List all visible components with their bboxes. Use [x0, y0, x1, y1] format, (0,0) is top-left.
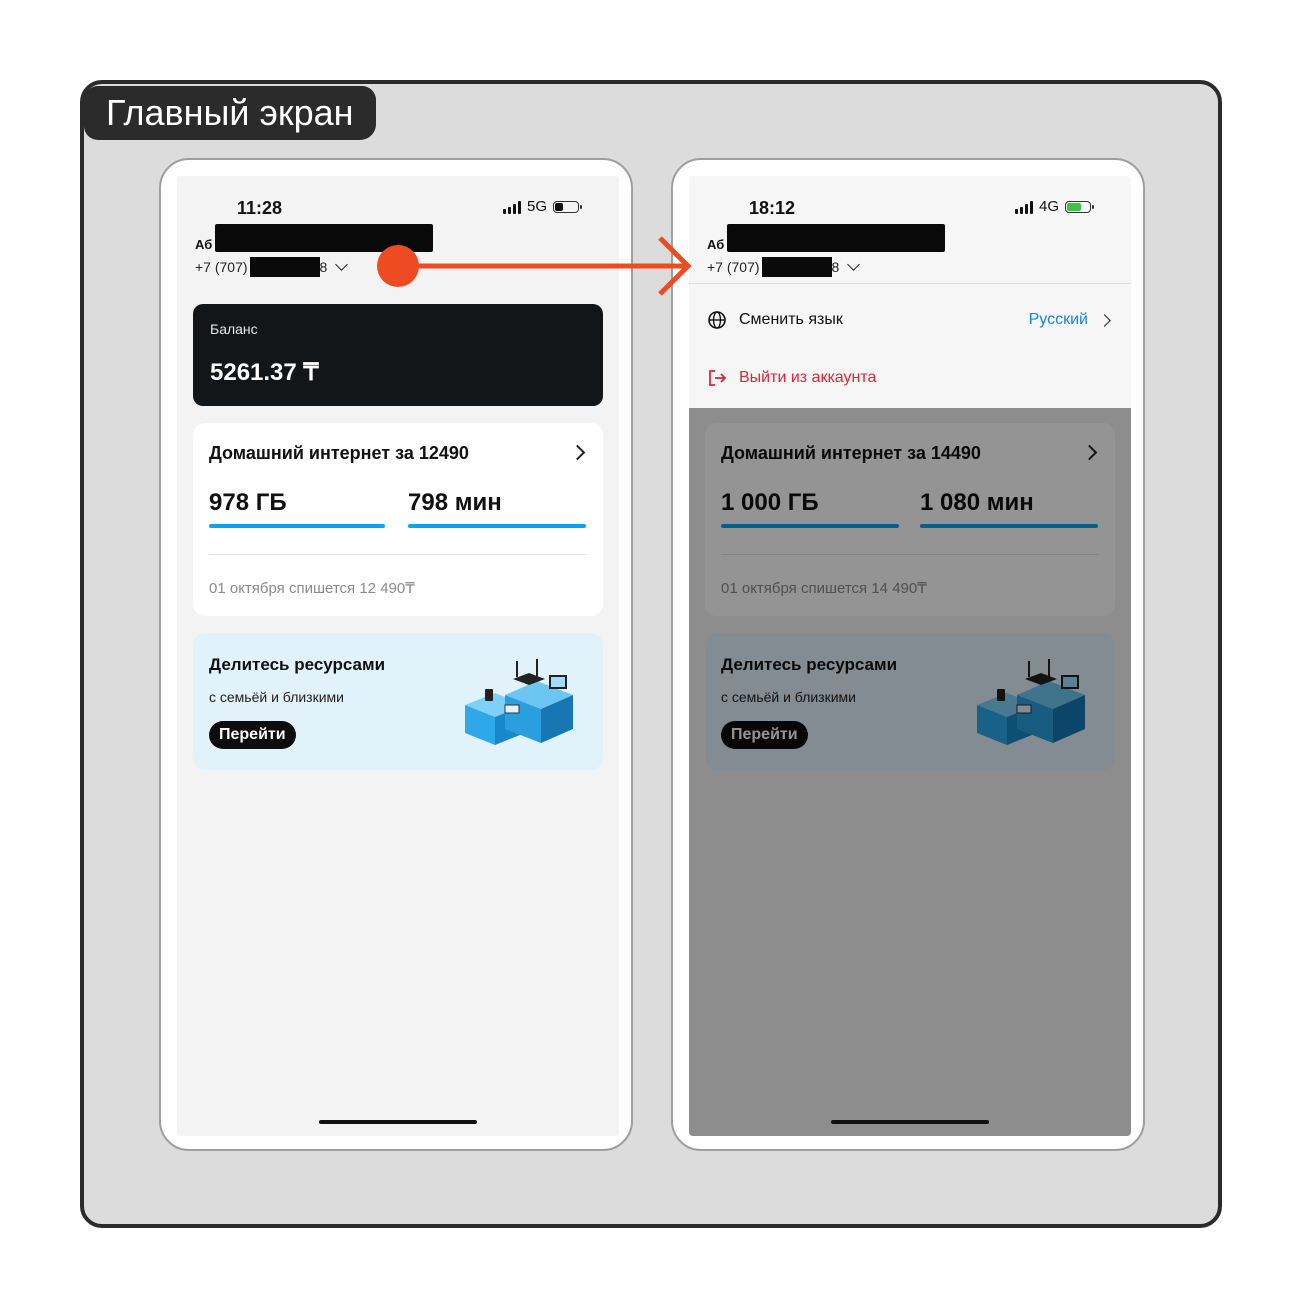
- redacted-name: [215, 224, 433, 252]
- network-type: 4G: [1038, 198, 1059, 215]
- language-value-text: Русский: [1028, 311, 1088, 328]
- user-name: Аб: [195, 237, 213, 252]
- change-language-item[interactable]: Сменить язык Русский: [707, 310, 1111, 330]
- chevron-right-icon: [569, 444, 586, 461]
- phone-suffix: 8: [831, 259, 840, 275]
- balance-label: Баланс: [210, 321, 258, 337]
- plan-card[interactable]: Домашний интернет за 12490 978 ГБ 798 ми…: [193, 423, 603, 616]
- language-value: Русский: [1028, 311, 1111, 329]
- logout-label: Выйти из аккаунта: [739, 369, 877, 386]
- account-switcher[interactable]: +7 (707) 8: [707, 257, 861, 277]
- phone-prefix: +7 (707): [195, 259, 248, 275]
- phone-right: 18:12 4G Аб +7 (707) 8 Сменить язык Русс…: [671, 158, 1145, 1151]
- logout-icon: [709, 370, 727, 386]
- balance-card[interactable]: Баланс 5261.37 ₸: [193, 304, 603, 406]
- status-time: 18:12: [749, 198, 796, 218]
- share-go-button[interactable]: Перейти: [209, 721, 296, 749]
- chevron-down-icon: [847, 257, 861, 271]
- user-name: Аб: [707, 237, 725, 252]
- data-progress-bar: [209, 524, 385, 528]
- redacted-phone: [761, 257, 832, 277]
- redacted-name: [727, 224, 945, 252]
- plan-title: Домашний интернет за 12490: [209, 443, 469, 463]
- network-type: 5G: [526, 198, 547, 215]
- screen-left: 11:28 5G Аб +7 (707) 8 Баланс 5261.37 ₸ …: [177, 176, 619, 1136]
- share-resources-card[interactable]: Делитесь ресурсами с семьёй и близкими П…: [193, 633, 603, 770]
- redacted-phone: [249, 257, 320, 277]
- account-switcher[interactable]: +7 (707) 8: [195, 257, 349, 277]
- signal-icon: [502, 200, 521, 214]
- home-indicator: [831, 1120, 989, 1124]
- board-title: Главный экран: [84, 86, 376, 140]
- status-bar-right: 4G: [1014, 198, 1094, 215]
- logout-item[interactable]: Выйти из аккаунта: [707, 368, 1109, 388]
- status-bar-right: 5G: [502, 198, 582, 215]
- globe-icon: [708, 311, 726, 329]
- dim-overlay[interactable]: [689, 408, 1131, 1136]
- chevron-down-icon: [335, 257, 349, 271]
- screen-right: 18:12 4G Аб +7 (707) 8 Сменить язык Русс…: [689, 176, 1131, 1136]
- phone-left: 11:28 5G Аб +7 (707) 8 Баланс 5261.37 ₸ …: [159, 158, 633, 1151]
- battery-charging-icon: [1065, 200, 1094, 213]
- divider: [209, 554, 587, 555]
- chevron-right-icon: [1098, 313, 1111, 327]
- balance-value: 5261.37 ₸: [210, 359, 319, 386]
- signal-icon: [1014, 200, 1033, 214]
- minutes-remaining: 798 мин: [408, 489, 502, 516]
- phone-prefix: +7 (707): [707, 259, 760, 275]
- home-indicator: [319, 1120, 477, 1124]
- phone-suffix: 8: [319, 259, 328, 275]
- battery-icon: [553, 200, 582, 213]
- share-subtitle: с семьёй и близкими: [209, 689, 344, 705]
- status-time: 11:28: [237, 198, 283, 218]
- plan-charge-note: 01 октября спишется 12 490₸: [209, 580, 415, 597]
- data-remaining: 978 ГБ: [209, 489, 287, 516]
- devices-illustration: [465, 659, 573, 745]
- minutes-progress-bar: [408, 524, 586, 528]
- menu-divider: [689, 283, 1131, 284]
- share-title: Делитесь ресурсами: [209, 655, 386, 674]
- change-language-label: Сменить язык: [739, 311, 843, 328]
